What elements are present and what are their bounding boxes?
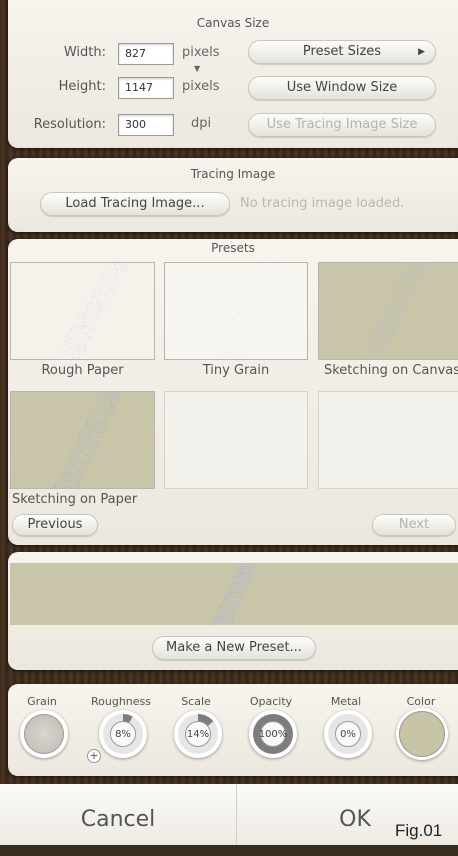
previous-button[interactable]: Previous	[12, 514, 98, 536]
width-field[interactable]: 827	[118, 43, 174, 65]
ok-button[interactable]: OK	[300, 784, 410, 845]
grain-texture	[24, 714, 64, 754]
roughness-value: 8%	[110, 721, 136, 747]
opacity-value: 100%	[259, 721, 287, 747]
tracing-image-title: Tracing Image	[190, 167, 276, 181]
canvas-size-title: Canvas Size	[196, 16, 270, 30]
tracing-image-panel: Tracing Image Load Tracing Image... No t…	[8, 158, 458, 232]
stroke-preview	[213, 263, 283, 359]
metal-label: Metal	[330, 695, 362, 708]
preset-label: Sketching on Paper	[12, 492, 138, 507]
preset-thumb-rough-paper[interactable]	[10, 262, 155, 360]
preset-sizes-button[interactable]: Preset Sizes ▶	[248, 40, 436, 64]
height-unit: pixels	[182, 79, 220, 94]
figure-label: Fig.01	[395, 821, 443, 840]
stroke-preview	[52, 263, 131, 359]
stroke-preview	[359, 263, 427, 359]
color-label: Color	[406, 695, 436, 708]
metal-dial[interactable]: 0%	[324, 710, 372, 758]
preset-label: Rough Paper	[41, 363, 124, 378]
tracing-status-text: No tracing image loaded.	[240, 196, 405, 211]
preset-label: Sketching on Canvas	[323, 363, 458, 378]
footer-bar: Cancel OK Fig.01	[0, 784, 458, 845]
grain-label: Grain	[27, 695, 57, 708]
height-label: Height:	[58, 79, 106, 94]
settings-panel: Grain + Roughness 8% Scale 14% Opacity 1…	[8, 684, 458, 776]
width-label: Width:	[63, 45, 106, 60]
presets-title: Presets	[211, 241, 255, 255]
stroke-preview	[210, 563, 258, 625]
presets-panel: Presets Rough Paper Tiny Grain Sketching…	[8, 239, 458, 545]
resolution-field[interactable]: 300	[118, 114, 174, 136]
metal-value: 0%	[335, 721, 361, 747]
make-new-preset-button[interactable]: Make a New Preset...	[152, 636, 316, 660]
preset-thumb-tiny-grain[interactable]	[164, 262, 308, 360]
preset-thumb-sketching-on-paper[interactable]	[10, 391, 155, 489]
use-window-size-button[interactable]: Use Window Size	[248, 76, 436, 100]
resolution-label: Resolution:	[33, 117, 106, 132]
cancel-button[interactable]: Cancel	[0, 784, 236, 845]
right-arrow-icon: ▶	[418, 47, 425, 57]
preset-label: Tiny Grain	[202, 363, 270, 378]
preset-sizes-label: Preset Sizes	[302, 44, 382, 59]
add-grain-icon[interactable]: +	[87, 749, 101, 763]
new-preset-panel: Make a New Preset...	[8, 552, 458, 670]
opacity-label: Opacity	[249, 695, 293, 708]
link-arrow-icon: ▼	[194, 64, 201, 73]
use-tracing-image-size-button[interactable]: Use Tracing Image Size	[248, 113, 436, 137]
color-fill	[399, 711, 445, 757]
current-stroke-preview	[10, 563, 458, 625]
canvas-size-panel: Canvas Size Width: 827 pixels ▼ Height: …	[8, 0, 458, 148]
color-swatch[interactable]	[396, 708, 448, 760]
opacity-dial[interactable]: 100%	[249, 710, 297, 758]
scale-label: Scale	[181, 695, 211, 708]
width-unit: pixels	[182, 45, 220, 60]
stroke-preview	[51, 392, 123, 488]
roughness-dial[interactable]: 8%	[99, 710, 147, 758]
grain-swatch[interactable]	[20, 710, 68, 758]
scale-value: 14%	[185, 721, 211, 747]
load-tracing-image-button[interactable]: Load Tracing Image...	[40, 192, 230, 216]
resolution-unit: dpi	[191, 116, 212, 131]
next-button[interactable]: Next	[372, 514, 456, 536]
height-field[interactable]: 1147	[118, 77, 174, 99]
preset-thumb-empty[interactable]	[164, 391, 308, 489]
preset-thumb-sketching-on-canvas[interactable]	[318, 262, 458, 360]
scale-dial[interactable]: 14%	[174, 710, 222, 758]
preset-thumb-empty[interactable]	[318, 391, 458, 489]
roughness-label: Roughness	[91, 695, 152, 708]
footer-divider	[236, 784, 237, 845]
